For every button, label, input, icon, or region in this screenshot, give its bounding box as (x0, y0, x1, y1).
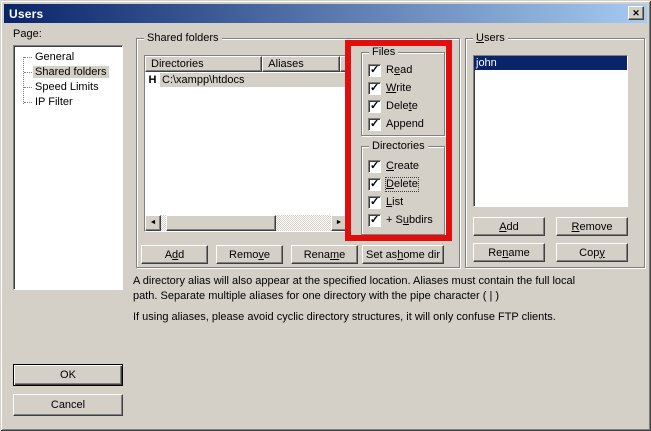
listview-header: Directories Aliases (145, 56, 347, 72)
scroll-left-icon[interactable]: ◄ (145, 215, 161, 231)
append-checkbox[interactable] (368, 118, 381, 131)
column-header-directories[interactable]: Directories (145, 56, 262, 72)
checkbox-row-read[interactable]: Read (368, 63, 412, 77)
write-label: Write (386, 82, 411, 95)
directories-group-label: Directories (369, 140, 428, 153)
cancel-button[interactable]: Cancel (13, 394, 123, 416)
alias-info-text: A directory alias will also appear at th… (133, 274, 638, 325)
users-dialog: Users ✕ Page: General Shared folders Spe… (0, 0, 651, 431)
info-line: If using aliases, please avoid cyclic di… (133, 310, 638, 325)
checkbox-row-create[interactable]: Create (368, 159, 419, 173)
subdirs-label: + Subdirs (386, 214, 433, 227)
checkbox-row-append[interactable]: Append (368, 117, 424, 131)
file-delete-label: Delete (386, 100, 418, 113)
column-header-aliases[interactable]: Aliases (262, 56, 340, 72)
remove-folder-button[interactable]: Remove (216, 245, 283, 264)
dir-delete-checkbox[interactable] (368, 178, 381, 191)
info-line: path. Separate multiple aliases for one … (133, 289, 638, 304)
remove-user-button[interactable]: Remove (556, 217, 628, 236)
copy-user-button[interactable]: Copy (556, 243, 628, 262)
users-group-label: Users (473, 32, 508, 45)
create-checkbox[interactable] (368, 160, 381, 173)
files-group-label: Files (369, 46, 398, 59)
read-label: Read (386, 64, 412, 77)
page-listbox[interactable]: General Shared folders Speed Limits IP F… (13, 45, 123, 290)
info-line: A directory alias will also appear at th… (133, 274, 638, 289)
sidebar-item-shared-folders[interactable]: Shared folders (14, 65, 122, 80)
column-header-filler (340, 56, 347, 72)
ok-button[interactable]: OK (13, 364, 123, 386)
list-label: List (386, 196, 403, 209)
checkbox-row-write[interactable]: Write (368, 81, 411, 95)
directories-listview[interactable]: Directories Aliases H C:\xampp\htdocs ◄ … (144, 55, 348, 232)
rename-folder-button[interactable]: Rename (291, 245, 358, 264)
users-listbox[interactable]: john (473, 55, 628, 207)
scroll-right-icon[interactable]: ► (331, 215, 347, 231)
append-label: Append (386, 118, 424, 131)
sidebar-item-ip-filter[interactable]: IP Filter (14, 95, 122, 110)
checkbox-row-file-delete[interactable]: Delete (368, 99, 418, 113)
page-label: Page: (13, 28, 42, 40)
subdirs-checkbox[interactable] (368, 214, 381, 227)
close-icon[interactable]: ✕ (628, 6, 644, 20)
tree-item-label: Speed Limits (33, 81, 101, 93)
directories-list-body: H C:\xampp\htdocs (145, 72, 347, 215)
set-as-home-dir-button[interactable]: Set as home dir (362, 245, 444, 264)
titlebar[interactable]: Users ✕ (4, 4, 647, 23)
write-checkbox[interactable] (368, 82, 381, 95)
home-marker: H (145, 73, 160, 87)
checkbox-row-subdirs[interactable]: + Subdirs (368, 213, 433, 227)
sidebar-item-speed-limits[interactable]: Speed Limits (14, 80, 122, 95)
horizontal-scrollbar[interactable]: ◄ ► (145, 215, 347, 231)
add-folder-button[interactable]: Add (141, 245, 208, 264)
dir-delete-label: Delete (386, 178, 418, 191)
read-checkbox[interactable] (368, 64, 381, 77)
checkbox-row-list[interactable]: List (368, 195, 403, 209)
directory-path: C:\xampp\htdocs (160, 73, 347, 87)
list-item-user-john[interactable]: john (474, 56, 627, 70)
list-checkbox[interactable] (368, 196, 381, 209)
file-delete-checkbox[interactable] (368, 100, 381, 113)
tree-item-label: Shared folders (33, 66, 109, 78)
sidebar-item-general[interactable]: General (14, 50, 122, 65)
checkbox-row-dir-delete[interactable]: Delete (368, 177, 418, 191)
tree-item-label: General (33, 51, 76, 63)
tree-item-label: IP Filter (33, 96, 75, 108)
window-title: Users (4, 7, 43, 21)
add-user-button[interactable]: Add (473, 217, 545, 236)
create-label: Create (386, 160, 419, 173)
rename-user-button[interactable]: Rename (473, 243, 545, 262)
table-row[interactable]: H C:\xampp\htdocs (145, 73, 347, 87)
shared-folders-group-label: Shared folders (144, 32, 222, 45)
scrollbar-thumb[interactable] (166, 215, 276, 231)
